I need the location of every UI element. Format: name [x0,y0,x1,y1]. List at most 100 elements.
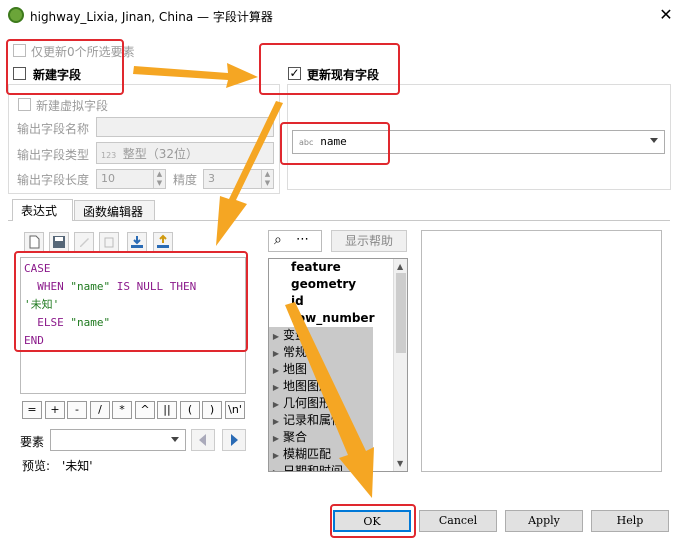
function-field-item[interactable]: feature [269,259,389,276]
more-icon: ⋯ [296,232,309,247]
expand-caret-icon[interactable]: ▶ [269,413,283,430]
expand-caret-icon[interactable]: ▶ [269,345,283,362]
function-item-label: row_number [291,311,375,325]
op-multiply-button[interactable]: * [112,401,132,419]
expand-caret-icon[interactable]: ▶ [269,430,283,447]
op-power-button[interactable]: ^ [135,401,155,419]
highlight-field-select [280,122,390,165]
op-newline-button[interactable]: \n' [225,401,245,419]
tab-function-editor[interactable]: 函数编辑器 [74,200,155,220]
function-item-label: id [291,294,304,308]
highlight-update-existing [259,43,400,95]
output-length-value: 10 [101,172,115,185]
function-group-item[interactable]: ▶ 变量 [269,327,373,344]
function-group-item[interactable]: ▶ 记录和属性 [269,412,373,429]
op-concat-button[interactable]: || [157,401,177,419]
function-item-label: feature [291,260,341,274]
expand-caret-icon[interactable]: ▶ [269,464,283,471]
function-group-item[interactable]: ▶ 常规 [269,344,373,361]
precision-value: 3 [208,172,215,185]
function-item-label: 地图图层 [283,379,332,393]
function-group-item[interactable]: ▶ 地图 [269,361,373,378]
function-item-label: 几何图形 [283,396,332,410]
export-icon[interactable] [153,232,173,252]
function-item-label: 日期和时间 [283,464,344,472]
search-icon: ⌕ [274,232,282,248]
help-button[interactable]: Help [591,510,669,532]
function-field-item[interactable]: geometry [269,276,389,293]
expand-caret-icon[interactable]: ▶ [269,379,283,396]
op-minus-button[interactable]: - [67,401,87,419]
cancel-button[interactable]: Cancel [419,510,497,532]
function-item-label: 地图 [283,362,308,376]
chevron-down-icon [171,437,179,442]
help-panel [421,230,662,472]
output-type-value: 整型（32位） [122,147,199,161]
scroll-thumb[interactable] [396,273,406,353]
highlight-ok-button [330,504,416,538]
function-group-item[interactable]: ▶日期和时间 [269,463,373,472]
output-length-spinbox[interactable]: 10 ▲ ▼ [96,169,166,189]
qgis-logo-icon [8,7,24,23]
save-icon[interactable] [49,232,69,252]
function-group-item[interactable]: ▶ 几何图形 [269,395,373,412]
chevron-down-icon [650,138,658,143]
delete-icon[interactable] [99,232,119,252]
virtual-field-label: 新建虚拟字段 [36,99,109,113]
output-name-input[interactable] [96,117,274,137]
feature-label: 要素 [20,435,45,449]
op-close-paren-button[interactable]: ) [202,401,222,419]
op-open-paren-button[interactable]: ( [180,401,200,419]
show-help-button[interactable]: 显示帮助 [331,230,407,252]
title-bar: highway_Lixia, Jinan, China — 字段计算器 ✕ [0,0,683,30]
function-list-scrollbar[interactable]: ▲ ▼ [393,259,407,471]
expand-caret-icon[interactable]: ▶ [269,396,283,413]
preview-value: '未知' [62,459,93,473]
scroll-up-icon[interactable]: ▲ [397,262,403,271]
virtual-field-checkbox[interactable] [18,98,31,111]
op-equals-button[interactable]: = [22,401,42,419]
function-group-item[interactable]: ▶ 聚合 [269,429,373,446]
function-item-label: 模糊匹配 [283,447,332,461]
output-type-label: 输出字段类型 [17,148,90,162]
tab-expression[interactable]: 表达式 [12,199,73,221]
function-group-item[interactable]: ▶ 模糊匹配 [269,446,373,463]
function-item-label: 常规 [283,345,308,359]
edit-icon[interactable] [74,232,94,252]
previous-feature-button[interactable] [191,429,215,451]
function-group-item[interactable]: ▶ 地图图层 [269,378,373,395]
tab-divider [8,220,670,221]
function-item-label: 记录和属性 [283,413,344,427]
spin-arrows-icon: ▲ ▼ [261,170,273,188]
close-icon[interactable]: ✕ [654,3,678,27]
expand-caret-icon[interactable]: ▶ [269,447,283,464]
precision-label: 精度 [173,173,198,187]
function-field-item[interactable]: id [269,293,389,310]
function-field-item[interactable]: row_number [269,310,389,327]
spin-arrows-icon: ▲ ▼ [153,170,165,188]
highlight-new-field [6,39,124,95]
function-item-label: 聚合 [283,430,308,444]
precision-spinbox[interactable]: 3 ▲ ▼ [203,169,274,189]
next-feature-button[interactable] [222,429,246,451]
output-length-label: 输出字段长度 [17,173,90,187]
output-name-label: 输出字段名称 [17,122,90,136]
function-list[interactable]: feature geometry id row_number ▶ 变量 ▶ 常规 ▶ 地图 ▶ 地图图… [268,258,408,472]
new-file-icon[interactable] [24,232,44,252]
expand-caret-icon[interactable]: ▶ [269,362,283,379]
op-divide-button[interactable]: / [90,401,110,419]
window-title: highway_Lixia, Jinan, China — 字段计算器 [30,10,273,24]
scroll-down-icon[interactable]: ▼ [397,459,403,468]
expand-caret-icon[interactable]: ▶ [269,328,283,345]
search-input[interactable]: ⌕ ⋯ [268,230,322,252]
function-item-label: geometry [291,277,357,291]
highlight-expression [14,251,248,352]
preview-label: 预览: [22,459,51,473]
integer-type-icon: 123 [101,151,117,160]
apply-button[interactable]: Apply [505,510,583,532]
import-icon[interactable] [127,232,147,252]
function-item-label: 变量 [283,328,308,342]
op-plus-button[interactable]: + [45,401,65,419]
output-type-select[interactable]: 123 整型（32位） [96,142,274,164]
feature-select[interactable] [50,429,186,451]
